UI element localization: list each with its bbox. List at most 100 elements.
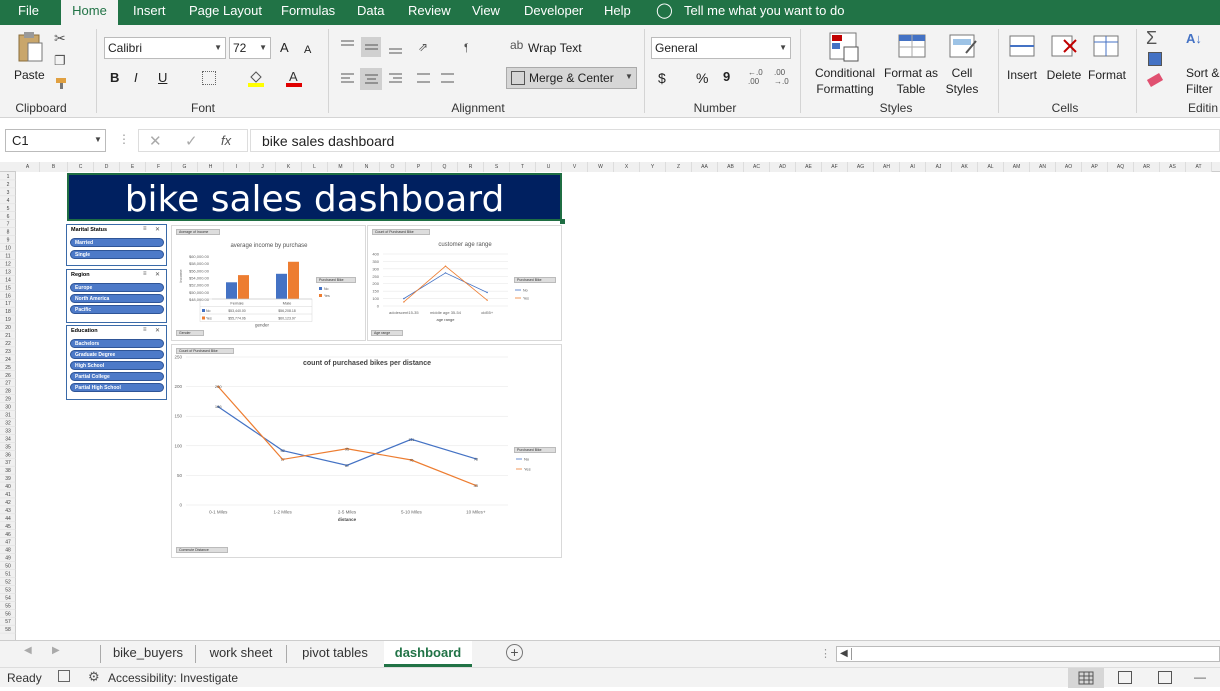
column-header[interactable]: AA	[692, 162, 718, 172]
normal-view-button[interactable]	[1068, 668, 1104, 688]
column-header[interactable]: AI	[900, 162, 926, 172]
sheet-tab-pivot-tables[interactable]: pivot tables	[287, 641, 383, 667]
vertical-align-icons[interactable]: ⇗¶	[338, 37, 470, 57]
fill-handle[interactable]	[560, 219, 565, 224]
column-header[interactable]: H	[198, 162, 224, 172]
slicer-item[interactable]: North America	[70, 294, 164, 303]
insert-function-icon[interactable]: fx	[221, 133, 231, 148]
tab-developer[interactable]: Developer	[524, 0, 583, 25]
column-header[interactable]: AL	[978, 162, 1004, 172]
sheet-tab-bike-buyers[interactable]: bike_buyers	[102, 641, 194, 667]
formula-input[interactable]: bike sales dashboard	[250, 129, 1220, 152]
clear-filter-icon[interactable]: ✕	[155, 226, 160, 233]
font-size-combo[interactable]: 72 ▼	[229, 37, 271, 59]
column-header[interactable]: AM	[1004, 162, 1030, 172]
column-header[interactable]: AP	[1082, 162, 1108, 172]
column-header[interactable]: S	[484, 162, 510, 172]
column-header[interactable]: AB	[718, 162, 744, 172]
horizontal-scrollbar[interactable]: ◀	[836, 646, 1220, 662]
tab-data[interactable]: Data	[357, 0, 384, 25]
name-box[interactable]: C1 ▼	[5, 129, 106, 152]
currency-button[interactable]: $	[658, 70, 666, 86]
column-header[interactable]: N	[354, 162, 380, 172]
slicer-item[interactable]: Europe	[70, 283, 164, 292]
column-header[interactable]: Q	[432, 162, 458, 172]
column-header[interactable]: C	[68, 162, 94, 172]
tell-me-search[interactable]: Tell me what you want to do	[684, 0, 844, 25]
column-header[interactable]: J	[250, 162, 276, 172]
multiselect-icon[interactable]: ≡	[143, 271, 147, 277]
font-name-combo[interactable]: Calibri ▼	[104, 37, 226, 59]
autosum-icon[interactable]: Σ	[1146, 28, 1157, 49]
column-header[interactable]: B	[40, 162, 68, 172]
tab-file[interactable]: File	[18, 0, 39, 25]
shrink-font-button[interactable]: A	[304, 42, 311, 58]
column-header[interactable]: V	[562, 162, 588, 172]
scroll-right-icon[interactable]: ▶	[52, 645, 60, 656]
underline-button[interactable]: U	[158, 70, 167, 86]
grow-font-button[interactable]: A	[280, 40, 289, 56]
column-header[interactable]: I	[224, 162, 250, 172]
column-header[interactable]: AG	[848, 162, 874, 172]
column-header[interactable]: R	[458, 162, 484, 172]
delete-button[interactable]: Delete	[1044, 67, 1084, 83]
column-header[interactable]: G	[172, 162, 198, 172]
format-button[interactable]: Format	[1086, 67, 1128, 83]
accessibility-status[interactable]: Accessibility: Investigate	[108, 671, 238, 685]
format-table-button[interactable]: Format as Table	[880, 65, 942, 97]
column-header[interactable]: K	[276, 162, 302, 172]
column-header[interactable]: A	[16, 162, 40, 172]
fill-color-icon[interactable]	[248, 69, 264, 87]
column-header[interactable]: AE	[796, 162, 822, 172]
font-color-icon[interactable]: A	[286, 69, 302, 87]
column-header[interactable]: D	[94, 162, 120, 172]
slicer-item[interactable]: Pacific	[70, 305, 164, 314]
fill-icon[interactable]	[1148, 52, 1162, 66]
comma-button[interactable]: 9	[723, 69, 730, 85]
page-layout-view-button[interactable]	[1118, 671, 1132, 684]
enter-icon[interactable]: ✓	[185, 132, 198, 150]
conditional-formatting-button[interactable]: Conditional Formatting	[808, 65, 882, 97]
decrease-decimal-button[interactable]: .00 →.0	[774, 68, 789, 86]
column-header[interactable]: AJ	[926, 162, 952, 172]
column-header[interactable]: M	[328, 162, 354, 172]
number-format-combo[interactable]: General ▼	[651, 37, 791, 59]
clear-icon[interactable]	[1146, 73, 1164, 87]
tab-page-layout[interactable]: Page Layout	[189, 0, 262, 25]
borders-icon[interactable]	[202, 71, 216, 85]
percent-button[interactable]: %	[696, 70, 708, 86]
column-header[interactable]: E	[120, 162, 146, 172]
slicer-region[interactable]: Region ≡ ✕ Europe North America Pacific	[66, 269, 167, 323]
chart-customer-age[interactable]: Count of Purchased Bike Age range Purcha…	[367, 225, 562, 341]
column-header[interactable]: AO	[1056, 162, 1082, 172]
dashboard-title-cell[interactable]: bike sales dashboard	[67, 173, 565, 224]
column-header[interactable]: AT	[1186, 162, 1212, 172]
column-header[interactable]: AN	[1030, 162, 1056, 172]
cell-styles-button[interactable]: Cell Styles	[940, 65, 984, 97]
slicer-item[interactable]: Bachelors	[70, 339, 164, 348]
chart-average-income[interactable]: Average of Income Gender Purchased Bike …	[171, 225, 366, 341]
macro-record-icon[interactable]	[58, 670, 70, 682]
column-header[interactable]: AR	[1134, 162, 1160, 172]
column-header[interactable]: O	[380, 162, 406, 172]
tab-review[interactable]: Review	[408, 0, 451, 25]
slicer-item[interactable]: Partial High School	[70, 383, 164, 392]
clear-filter-icon[interactable]: ✕	[155, 327, 160, 334]
sort-filter-button[interactable]: Sort & Filter	[1186, 65, 1219, 97]
slicer-marital-status[interactable]: Marital Status ≡ ✕ Married Single	[66, 224, 167, 266]
merge-center-button[interactable]: Merge & Center ▼	[506, 67, 637, 89]
column-header[interactable]: F	[146, 162, 172, 172]
column-header[interactable]: Y	[640, 162, 666, 172]
scroll-left-icon[interactable]: ◀	[24, 645, 32, 656]
paste-icon[interactable]	[16, 31, 44, 65]
column-header[interactable]: AF	[822, 162, 848, 172]
copy-icon[interactable]: ❐	[54, 53, 66, 69]
tab-insert[interactable]: Insert	[133, 0, 166, 25]
slicer-item[interactable]: Graduate Degree	[70, 350, 164, 359]
italic-button[interactable]: I	[134, 70, 138, 86]
column-header[interactable]: Z	[666, 162, 692, 172]
multiselect-icon[interactable]: ≡	[143, 327, 147, 333]
worksheet-grid[interactable]: A B C D E F G H I J K L M N O P Q R S T U V W X Y Z AA AB AC AD AE AF AG…	[0, 162, 1220, 640]
column-header[interactable]: T	[510, 162, 536, 172]
slicer-item[interactable]: Single	[70, 250, 164, 259]
